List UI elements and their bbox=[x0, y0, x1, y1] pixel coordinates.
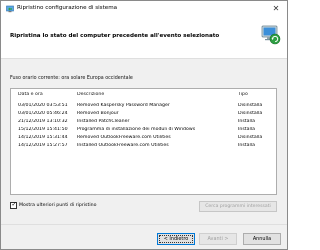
row-description: Programma di installazione dei moduli di… bbox=[77, 126, 196, 132]
window-title: Ripristino configurazione di sistema bbox=[17, 5, 118, 11]
close-icon: ✕ bbox=[272, 4, 280, 13]
restore-points-list[interactable]: Data e ora Descrizione Tipo 03/01/2020 0… bbox=[10, 88, 277, 195]
page-title: Ripristina lo stato del computer precede… bbox=[10, 33, 220, 39]
row-date: 03/01/2020 05:46:24 bbox=[18, 110, 68, 116]
timezone-label: Fuso orario corrente: ora solare Europa … bbox=[10, 76, 133, 81]
row-description: Installed PatchCleaner bbox=[77, 118, 130, 124]
column-header-description[interactable]: Descrizione bbox=[77, 92, 235, 97]
row-description: Removed Kaspersky Password Manager bbox=[77, 102, 170, 108]
system-restore-app-icon bbox=[6, 5, 14, 13]
back-button-label: < Indietro bbox=[163, 236, 189, 242]
checkmark-icon: ✓ bbox=[11, 201, 17, 208]
row-date: 03/01/2020 03:53:51 bbox=[18, 102, 68, 108]
table-row[interactable]: 21/12/2019 13:10:32 Installed PatchClean… bbox=[11, 117, 276, 125]
row-date: 21/12/2019 13:10:32 bbox=[18, 118, 68, 124]
row-type: Installa bbox=[238, 142, 255, 148]
row-type: Disinstalla bbox=[238, 110, 263, 116]
show-more-checkbox-row[interactable]: ✓ Mostra ulteriori punti di ripristino bbox=[10, 201, 110, 211]
close-button[interactable]: ✕ bbox=[267, 2, 285, 15]
row-description: Installed OutlookFreeware.com Utilities bbox=[77, 142, 169, 148]
next-button-label: Avanti > bbox=[207, 236, 229, 242]
row-type: Disinstalla bbox=[238, 134, 263, 140]
wizard-header: Ripristina lo stato del computer precede… bbox=[1, 17, 287, 59]
cancel-button-label: Annulla bbox=[252, 236, 272, 242]
column-header-date[interactable]: Data e ora bbox=[18, 92, 70, 97]
table-row[interactable]: 03/01/2020 05:46:24 Removed Bonjour Disi… bbox=[11, 109, 276, 117]
row-date: 14/12/2019 15:27:57 bbox=[18, 142, 68, 148]
scan-affected-programs-button[interactable]: Cerca programmi interessati bbox=[199, 201, 277, 212]
row-type: Installa bbox=[238, 126, 255, 132]
cancel-button[interactable]: Annulla bbox=[243, 233, 281, 245]
show-more-label[interactable]: Mostra ulteriori punti di ripristino bbox=[19, 203, 96, 208]
row-type: Disinstalla bbox=[238, 102, 263, 108]
row-description: Removed Bonjour bbox=[77, 110, 119, 116]
system-restore-icon bbox=[261, 25, 281, 45]
row-date: 15/12/2019 15:41:50 bbox=[18, 126, 68, 132]
next-button[interactable]: Avanti > bbox=[199, 233, 237, 245]
show-more-checkbox[interactable]: ✓ bbox=[10, 201, 17, 209]
footer-divider bbox=[1, 224, 287, 225]
title-bar[interactable]: Ripristino configurazione di sistema ✕ bbox=[1, 1, 287, 17]
row-date: 14/12/2019 15:31:44 bbox=[18, 134, 68, 140]
table-row[interactable]: 14/12/2019 15:27:57 Installed OutlookFre… bbox=[11, 141, 276, 149]
column-header-type[interactable]: Tipo bbox=[238, 92, 274, 97]
list-header: Data e ora Descrizione Tipo bbox=[11, 90, 276, 99]
back-button[interactable]: < Indietro bbox=[157, 233, 195, 245]
table-row[interactable]: 03/01/2020 03:53:51 Removed Kaspersky Pa… bbox=[11, 101, 276, 109]
row-type: Installa bbox=[238, 118, 255, 124]
system-restore-window: Ripristino configurazione di sistema ✕ R… bbox=[0, 0, 288, 250]
table-row[interactable]: 14/12/2019 15:31:44 Removed OutlookFreew… bbox=[11, 133, 276, 141]
table-row[interactable]: 15/12/2019 15:41:50 Programma di install… bbox=[11, 125, 276, 133]
row-description: Removed OutlookFreeware.com Utilities bbox=[77, 134, 171, 140]
